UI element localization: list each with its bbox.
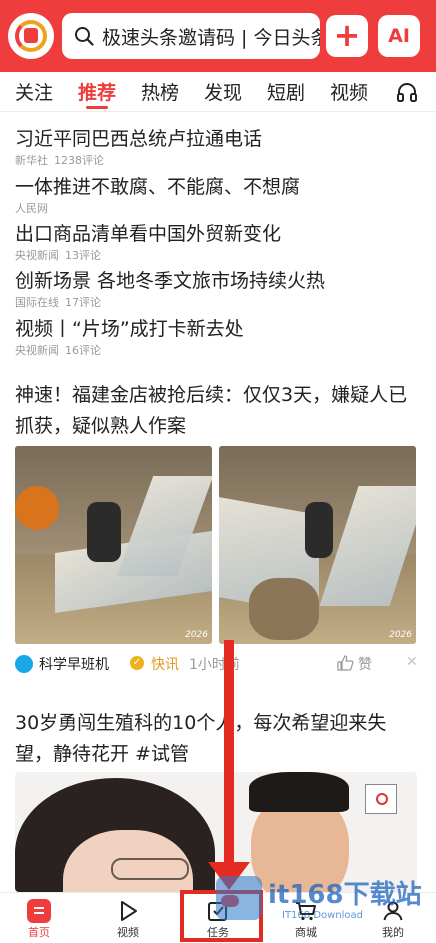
app-logo[interactable]: [8, 13, 54, 59]
watermark-title: it168下载站: [268, 880, 422, 910]
news-comments: 1238评论: [54, 154, 104, 167]
no-smoking-sign-icon: [365, 784, 397, 814]
active-tab-indicator: [86, 106, 108, 109]
verified-icon: ✓: [130, 656, 144, 670]
list-item[interactable]: 出口商品清单看中国外贸新变化 央视新闻 13评论: [15, 219, 425, 263]
annotation-arrow-shaft: [224, 640, 234, 866]
tab-discover[interactable]: 发现: [204, 78, 242, 105]
search-bar[interactable]: 极速头条邀请码 | 今日头条: [62, 13, 320, 59]
news-source: 人民网: [15, 202, 48, 215]
news-source: 央视新闻: [15, 249, 59, 262]
publish-plus-button[interactable]: +: [326, 15, 368, 57]
dismiss-close-icon[interactable]: ✕: [406, 654, 418, 670]
news-source: 国际在线: [15, 296, 59, 309]
tab-hot-list[interactable]: 热榜: [141, 78, 179, 105]
news-meta: 央视新闻 16评论: [15, 342, 425, 358]
nav-label: 首页: [28, 926, 50, 939]
watermark-logo-icon: [216, 876, 262, 920]
image-timestamp: 2026: [185, 630, 208, 640]
thumbs-up-icon[interactable]: [337, 655, 354, 671]
tab-recommend[interactable]: 推荐: [78, 78, 116, 105]
news-meta: 央视新闻 13评论: [15, 247, 425, 263]
headphone-icon[interactable]: [396, 81, 418, 103]
article-title[interactable]: 30岁勇闯生殖科的10个人，每次希望迎来失望，静待花开 #试管: [15, 708, 423, 770]
site-watermark: it168下载站 IT168 Download: [216, 868, 430, 928]
news-comments: 13评论: [65, 249, 101, 262]
news-comments: 16评论: [65, 344, 101, 357]
nav-home[interactable]: 首页: [4, 893, 74, 943]
news-meta: 人民网: [15, 200, 425, 216]
tab-follow[interactable]: 关注: [15, 78, 53, 105]
article-thumbnail[interactable]: 2026: [15, 446, 212, 644]
list-item[interactable]: 视频丨“片场”成打卡新去处 央视新闻 16评论: [15, 314, 425, 358]
source-avatar[interactable]: [15, 655, 33, 673]
search-icon: [75, 27, 94, 46]
channel-tabs: 关注 推荐 热榜 发现 短剧 视频: [0, 72, 436, 112]
ai-button[interactable]: AI: [378, 15, 420, 57]
home-icon: [27, 899, 51, 923]
list-item[interactable]: 创新场景 各地冬季文旅市场持续火热 国际在线 17评论: [15, 266, 425, 310]
news-title: 一体推进不敢腐、不能腐、不想腐: [15, 176, 301, 198]
source-name[interactable]: 科学早班机: [39, 654, 109, 674]
news-title: 出口商品清单看中国外贸新变化: [15, 223, 282, 245]
nav-video[interactable]: 视频: [93, 893, 163, 943]
news-meta: 国际在线 17评论: [15, 294, 425, 310]
news-title: 视频丨“片场”成打卡新去处: [15, 318, 244, 340]
person-figure: [249, 578, 319, 640]
news-meta: 新华社 1238评论: [15, 152, 425, 168]
news-source: 央视新闻: [15, 344, 59, 357]
tab-video[interactable]: 视频: [330, 78, 368, 105]
person-figure: [15, 486, 59, 530]
image-timestamp: 2026: [389, 630, 412, 640]
play-icon: [121, 901, 137, 921]
search-hint-text: 极速头条邀请码 | 今日头条: [102, 27, 320, 49]
list-item[interactable]: 一体推进不敢腐、不能腐、不想腐 人民网: [15, 172, 425, 216]
news-comments: 17评论: [65, 296, 101, 309]
article-source-row: 科学早班机 ✓ 快讯 1小时前 赞 ✕: [15, 654, 425, 674]
nav-label: 视频: [117, 926, 139, 939]
news-title: 创新场景 各地冬季文旅市场持续火热: [15, 270, 326, 292]
logo-core-icon: [24, 28, 38, 43]
tab-short-drama[interactable]: 短剧: [267, 78, 305, 105]
app-header: 极速头条邀请码 | 今日头条 + AI: [0, 0, 436, 72]
news-title: 习近平同巴西总统卢拉通电话: [15, 128, 263, 150]
flash-news-tag: 快讯: [151, 657, 179, 673]
list-item[interactable]: 习近平同巴西总统卢拉通电话 新华社 1238评论: [15, 124, 425, 168]
like-button[interactable]: 赞: [358, 654, 372, 674]
article-title[interactable]: 神速！福建金店被抢后续：仅仅3天，嫌疑人已抓获，疑似熟人作案: [15, 380, 423, 442]
watermark-subtitle: IT168 Download: [282, 910, 364, 921]
news-source: 新华社: [15, 154, 48, 167]
article-thumbnail[interactable]: 2026: [219, 446, 416, 644]
